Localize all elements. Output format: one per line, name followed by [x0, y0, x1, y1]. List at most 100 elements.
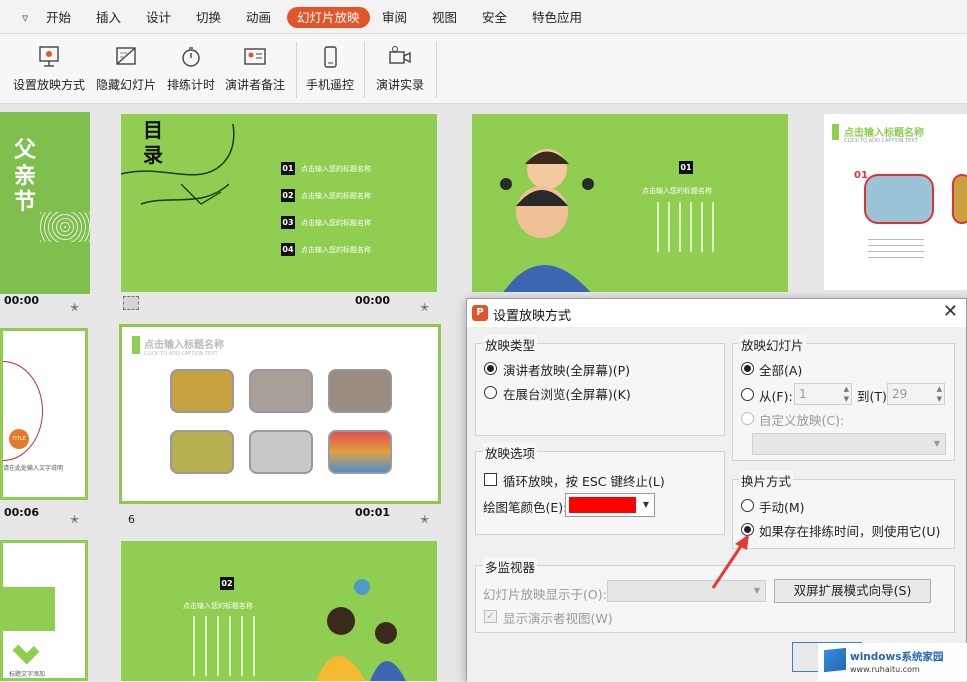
ribbon-divider [436, 42, 437, 98]
pen-color-select[interactable]: ▼ [565, 493, 655, 517]
speaker-notes-icon [244, 48, 266, 65]
star-icon[interactable]: ✭ [420, 301, 429, 314]
ribbon-divider [364, 42, 365, 98]
phone-icon [324, 46, 337, 68]
rehearse-timing-button[interactable]: 排练计时 [163, 34, 219, 104]
star-icon[interactable]: ✭ [420, 513, 429, 526]
dialog-title: 设置放映方式 [493, 309, 572, 324]
hidden-slide-icon[interactable] [123, 296, 139, 310]
app-logo-icon: P [472, 305, 488, 321]
flower-decoration [40, 212, 90, 242]
menu-transition[interactable]: 切换 [188, 7, 229, 28]
from-label: 从(F): [759, 389, 793, 404]
custom-show-select[interactable]: ▼ [752, 433, 946, 455]
speaker-mode-radio[interactable] [484, 362, 497, 375]
slide-caption: CLICK TO ADD CAPTION TEXT [844, 138, 918, 144]
slide-thumbnail-3[interactable]: 01 点击输入您的标题名称 [472, 114, 788, 292]
vertical-text-lines [657, 202, 717, 252]
manual-radio[interactable] [741, 499, 754, 512]
slide-time: 00:01 [355, 506, 391, 519]
dialog-titlebar: P 设置放映方式 ✕ [467, 299, 966, 327]
dual-screen-wizard-button[interactable]: 双屏扩展模式向导(S) [774, 579, 931, 603]
record-lecture-button[interactable]: 演讲实录 [370, 34, 430, 104]
item-number: 04 [281, 243, 295, 256]
record-lecture-label: 演讲实录 [375, 78, 424, 92]
slide-caption: 标题文字添加 [9, 671, 46, 678]
chevron-down-icon: ▼ [933, 439, 940, 448]
slide-thumbnail-6[interactable]: 点击输入标题名称 CLICK TO ADD CAPTION TEXT [122, 327, 438, 501]
setup-show-dialog: P 设置放映方式 ✕ 放映类型 演讲者放映(全屏幕)(P) 在展台浏览(全屏幕)… [466, 298, 967, 682]
annotation-arrow [711, 534, 749, 589]
all-slides-radio[interactable] [741, 362, 754, 375]
speaker-mode-label: 演讲者放映(全屏幕)(P) [503, 363, 631, 378]
menu-animation[interactable]: 动画 [238, 7, 279, 28]
pen-color-label: 绘图笔颜色(E): [483, 500, 568, 515]
photo-frame [249, 430, 313, 474]
menu-design[interactable]: 设计 [138, 7, 179, 28]
slide-thumbnail-2[interactable]: 目录 01 点击输入您的标题名称 02 点击输入您的标题名称 03 点击输入您的… [121, 114, 437, 292]
father-child-illustration [316, 579, 406, 681]
show-on-label: 幻灯片放映显示于(O): [483, 587, 607, 602]
vertical-text-lines [193, 616, 257, 676]
phone-remote-label: 手机遥控 [305, 78, 354, 92]
section-number: 02 [220, 577, 234, 590]
section-number: 01 [679, 161, 693, 174]
menu-view[interactable]: 视图 [424, 7, 465, 28]
from-radio[interactable] [741, 388, 754, 401]
menu-insert[interactable]: 插入 [88, 7, 129, 28]
pen-color-swatch [569, 497, 636, 513]
watermark: windows系统家园 www.ruhaitu.com [818, 643, 967, 681]
slide-thumbnail-1[interactable]: 父亲节 [0, 112, 90, 294]
slide-time: 00:06 [4, 506, 40, 519]
custom-show-label: 自定义放映(C): [759, 413, 845, 428]
show-type-title: 放映类型 [483, 335, 538, 354]
menu-slideshow[interactable]: 幻灯片放映 [287, 7, 370, 28]
slide-thumbnail-8[interactable]: 02 点击输入您的标题名称 [121, 541, 437, 681]
loop-checkbox[interactable] [484, 473, 497, 486]
to-spinner[interactable]: 29 ▲ ▼ [887, 383, 945, 405]
use-timings-label: 如果存在排练时间，则使用它(U) [759, 524, 941, 539]
phone-remote-button[interactable]: 手机遥控 [302, 34, 358, 104]
speaker-notes-button[interactable]: 演讲者备注 [222, 34, 288, 104]
slide-thumbnail-7[interactable]: 标题文字添加 [0, 540, 88, 681]
hand-drawing [121, 123, 235, 205]
windows-logo-icon [824, 647, 846, 673]
to-value: 29 [892, 387, 908, 401]
all-slides-label: 全部(A) [759, 363, 803, 378]
item-number: 03 [281, 216, 295, 229]
close-icon[interactable]: ✕ [943, 302, 958, 322]
chevron-down-icon: ▼ [642, 500, 649, 509]
toc-item: 点击输入您的标题名称 [301, 246, 371, 254]
menu-home[interactable]: 开始 [38, 7, 79, 28]
menu-bar: ▿ 开始 插入 设计 切换 动画 幻灯片放映 审阅 视图 安全 特色应用 [0, 0, 967, 34]
section-subtitle: 点击输入您的标题名称 [183, 602, 253, 610]
monitors-title: 多监视器 [483, 557, 538, 576]
slide-index: 6 [128, 513, 135, 526]
slide-thumbnail-5[interactable]: TITLE 请在此处输入文字说明 [0, 328, 88, 500]
photo-frame [952, 174, 967, 224]
kiosk-mode-radio[interactable] [484, 386, 497, 399]
menu-features[interactable]: 特色应用 [524, 7, 590, 28]
slide-title: 点击输入标题名称 [844, 128, 924, 139]
photo-frame [328, 369, 392, 413]
slide-time: 00:00 [4, 294, 40, 307]
hide-slide-button[interactable]: 隐藏幻灯片 [93, 34, 159, 104]
setup-show-label: 设置放映方式 [12, 78, 85, 92]
slide-thumbnail-4[interactable]: 点击输入标题名称 CLICK TO ADD CAPTION TEXT 01 [824, 114, 967, 290]
star-icon[interactable]: ✭ [70, 513, 79, 526]
setup-show-button[interactable]: 设置放映方式 [10, 34, 88, 104]
presenter-view-label: 显示演示者视图(W) [503, 611, 613, 626]
custom-show-radio[interactable] [741, 412, 754, 425]
rehearse-timing-label: 排练计时 [166, 78, 215, 92]
from-spinner[interactable]: 1 ▲ ▼ [794, 383, 852, 405]
star-icon[interactable]: ✭ [70, 301, 79, 314]
toc-item: 点击输入您的标题名称 [301, 192, 371, 200]
menu-collapse-icon[interactable]: ▿ [14, 7, 36, 28]
photo-frame [170, 430, 234, 474]
menu-review[interactable]: 审阅 [374, 7, 415, 28]
photo-frame [170, 369, 234, 413]
menu-security[interactable]: 安全 [474, 7, 515, 28]
photo-frame [864, 174, 934, 224]
presenter-view-checkbox[interactable]: ✓ [484, 610, 497, 623]
hide-slide-icon [116, 47, 136, 65]
